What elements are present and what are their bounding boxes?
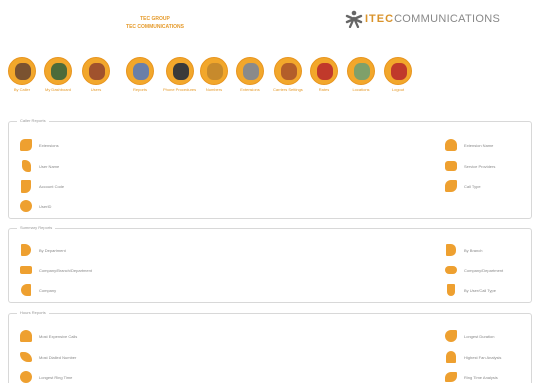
numbers-button[interactable]: Numbers [200, 57, 228, 92]
locations-button[interactable]: Locations [347, 57, 375, 92]
company-department-report-icon [444, 263, 458, 277]
my-dashboard-icon [44, 57, 72, 85]
report-link-most-dialled-number[interactable]: Most Dialled Number [19, 350, 76, 364]
report-link-longest-ring-time[interactable]: Longest Ring Time [19, 370, 72, 383]
caller-reports-panel: Caller Reports Extensions User Name Acco… [8, 118, 532, 219]
extensions-button[interactable]: Extensions [236, 57, 264, 92]
reports-button[interactable]: Reports [126, 57, 154, 92]
extensions-report-icon [19, 138, 33, 152]
longest-duration-report-icon [444, 329, 458, 343]
report-link-highest-fan-analysis[interactable]: Highest Fan Analysis [444, 350, 501, 364]
userid-report-icon [19, 199, 33, 213]
logo-brand: ITEC [365, 13, 395, 25]
itec-logo: ITECCOMMUNICATIONS [345, 10, 501, 29]
phone-procedures-icon [165, 57, 194, 85]
report-link-company-branch-department[interactable]: Company/Branch/Department [19, 263, 92, 277]
summary-reports-panel: Summary Reports By Department Company/Br… [8, 225, 532, 303]
highest-fan-analysis-report-icon [444, 350, 458, 364]
by-department-report-icon [19, 243, 33, 257]
company-branch-department-report-icon [19, 263, 33, 277]
report-link-by-department[interactable]: By Department [19, 243, 66, 257]
report-link-user-name[interactable]: User Name [19, 159, 59, 173]
carrier-settings-button[interactable]: Carriers Settings [273, 57, 303, 92]
by-caller-button[interactable]: By Caller [8, 57, 36, 92]
service-providers-report-icon [444, 159, 458, 173]
main-toolbar: By Caller My Dashboard Users Reports Pho… [8, 57, 428, 107]
by-user-call-type-report-icon [444, 283, 458, 297]
logout-button[interactable]: Logout [384, 57, 412, 92]
report-link-by-branch[interactable]: By Branch [444, 243, 482, 257]
report-link-ring-time-analysis[interactable]: Ring Time Analysis [444, 370, 498, 383]
call-type-report-icon [444, 179, 458, 193]
summary-reports-title: Summary Reports [17, 225, 56, 230]
organisation-title: TEC GROUP TEC COMMUNICATIONS [100, 15, 210, 31]
report-link-most-expensive-calls[interactable]: Most Expensive Calls [19, 329, 77, 343]
most-dialled-number-report-icon [19, 350, 33, 364]
logout-icon [384, 57, 412, 85]
locations-icon [347, 57, 375, 85]
extensions-icon [236, 57, 264, 85]
logo-suffix: COMMUNICATIONS [394, 13, 501, 25]
report-link-company-department[interactable]: Company/Department [444, 263, 503, 277]
hours-reports-panel: Hours Reports Most Expensive Calls Most … [8, 310, 532, 383]
most-expensive-calls-report-icon [19, 329, 33, 343]
hours-reports-title: Hours Reports [17, 310, 49, 315]
my-dashboard-button[interactable]: My Dashboard [44, 57, 72, 92]
report-link-service-providers[interactable]: Service Providers [444, 159, 495, 173]
report-link-call-type[interactable]: Call Type [444, 179, 481, 193]
report-link-extensions[interactable]: Extensions [19, 138, 59, 152]
report-link-by-user-call-type[interactable]: By User/Call Type [444, 283, 496, 297]
extension-name-report-icon [444, 138, 458, 152]
rates-button[interactable]: Rates [310, 57, 338, 92]
report-link-company[interactable]: Company [19, 283, 56, 297]
report-link-longest-duration[interactable]: Longest Duration [444, 329, 494, 343]
by-branch-report-icon [444, 243, 458, 257]
phone-procedures-button[interactable]: Phone Procedures [163, 57, 196, 92]
report-link-userid[interactable]: UserID [19, 199, 51, 213]
user-name-report-icon [19, 159, 33, 173]
caller-reports-title: Caller Reports [17, 118, 49, 123]
users-icon [82, 57, 110, 85]
org-line-2: TEC COMMUNICATIONS [126, 24, 184, 30]
account-code-report-icon [19, 179, 33, 193]
reports-icon [126, 57, 154, 85]
numbers-icon [200, 57, 228, 85]
report-link-account-code[interactable]: Account Code [19, 179, 64, 193]
company-report-icon [19, 283, 33, 297]
org-line-1: TEC GROUP [140, 16, 170, 22]
carrier-settings-icon [273, 57, 302, 85]
logo-figure-icon [345, 10, 363, 29]
longest-ring-time-report-icon [19, 370, 33, 383]
by-caller-icon [8, 57, 36, 85]
report-link-extension-name[interactable]: Extension Name [444, 138, 493, 152]
users-button[interactable]: Users [82, 57, 110, 92]
rates-icon [310, 57, 338, 85]
ring-time-analysis-report-icon [444, 370, 458, 383]
